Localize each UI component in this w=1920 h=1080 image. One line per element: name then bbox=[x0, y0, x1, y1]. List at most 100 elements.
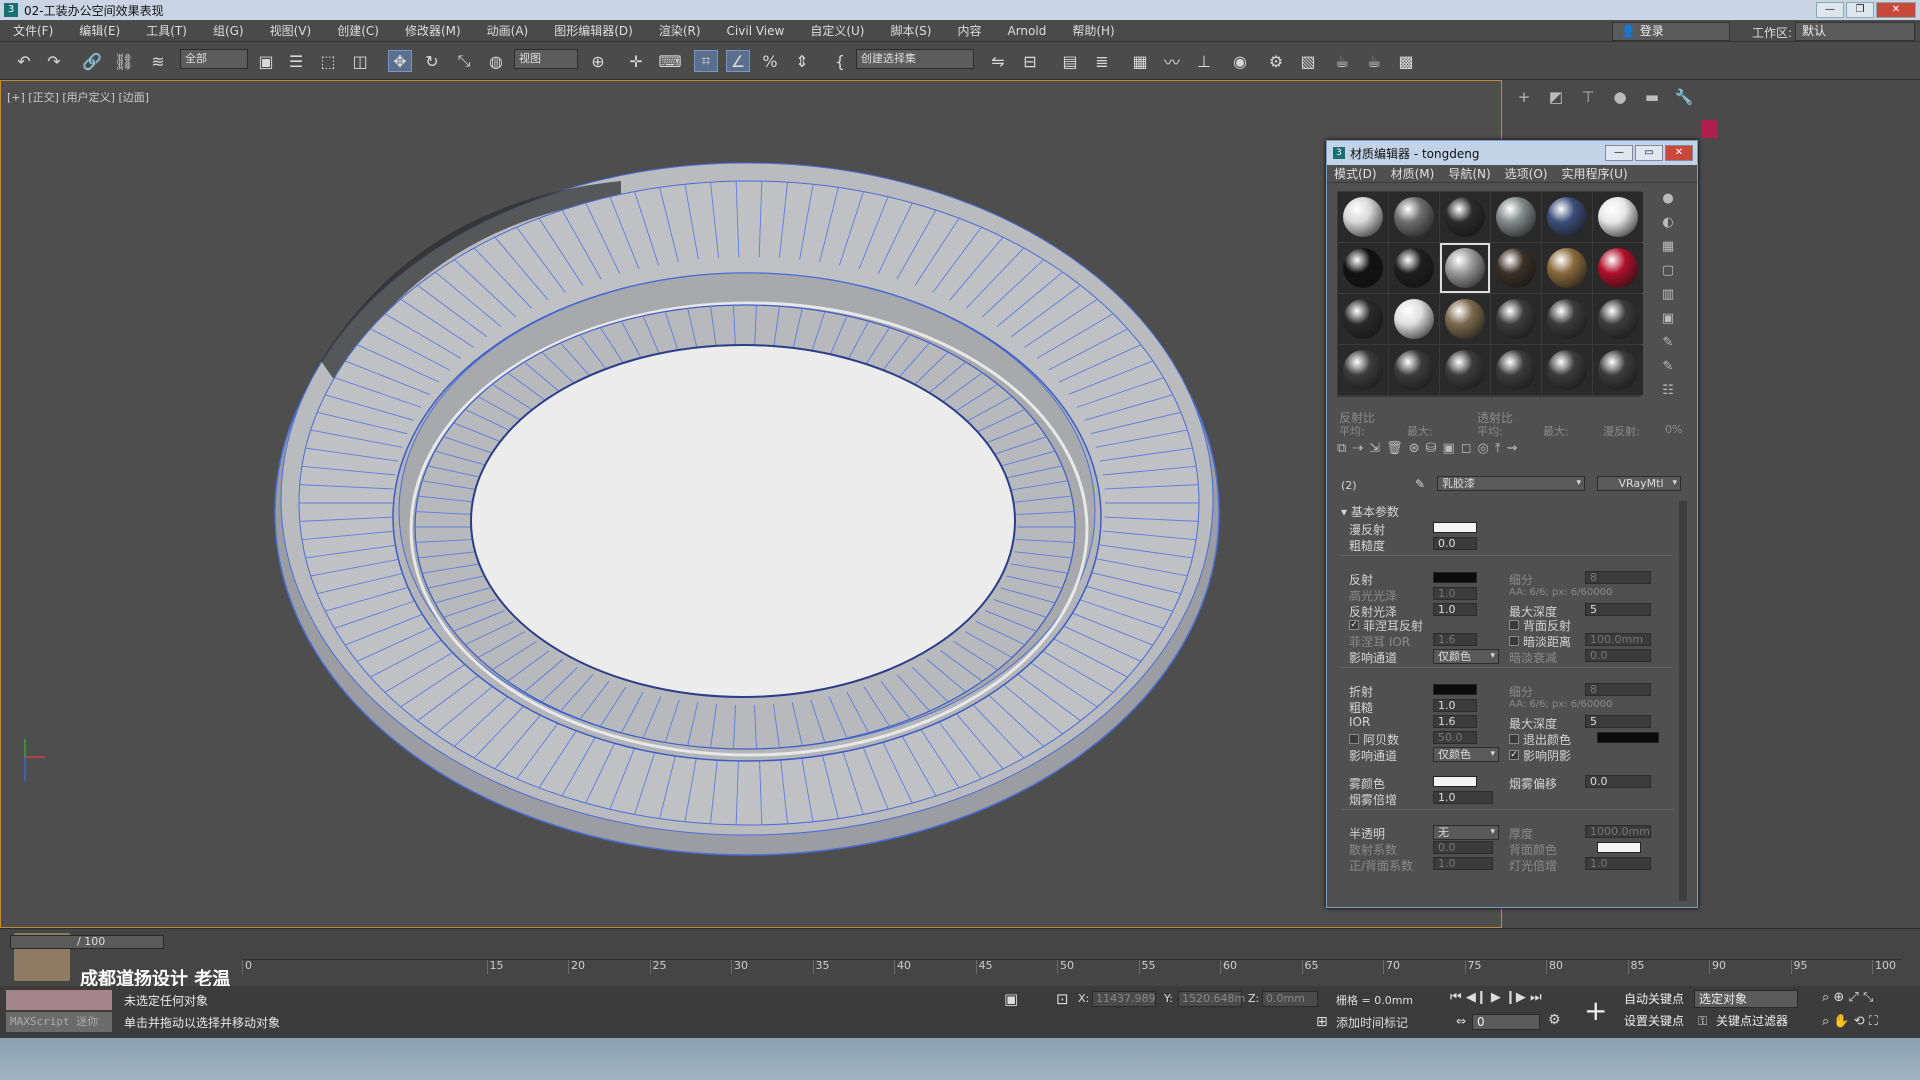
key-filters-button[interactable]: 关键点过滤器 bbox=[1716, 1012, 1788, 1030]
keyboard-shortcut-icon[interactable]: ⌨ bbox=[658, 50, 682, 72]
fog-mult-spinner[interactable]: 1.0 bbox=[1433, 791, 1493, 804]
menu-create[interactable]: 创建(C) bbox=[324, 22, 392, 39]
rect-selection-icon[interactable]: ⬚ bbox=[316, 50, 340, 72]
key-target-select[interactable]: 选定对象 bbox=[1694, 990, 1798, 1008]
me-menu-modes[interactable]: 模式(D) bbox=[1327, 165, 1384, 182]
render-iterative-icon[interactable]: ☕ bbox=[1362, 50, 1386, 72]
put-to-scene-icon[interactable]: ⇢ bbox=[1352, 441, 1363, 461]
pan-orbit-icon[interactable]: ⌕ ✋ ⟲ ⛶ bbox=[1822, 1014, 1878, 1029]
refract-color-swatch[interactable] bbox=[1433, 684, 1477, 695]
material-sample-slot[interactable] bbox=[1542, 243, 1592, 293]
ior-spinner[interactable]: 1.6 bbox=[1433, 715, 1477, 728]
scene-explorer-icon[interactable]: ▤ bbox=[1058, 50, 1082, 72]
time-config-icon[interactable]: ⚙ bbox=[1548, 1012, 1561, 1028]
material-sample-slot[interactable] bbox=[1491, 243, 1541, 293]
time-slider[interactable]: / 100 bbox=[10, 935, 164, 949]
schematic-view-icon[interactable]: ⊥ bbox=[1192, 50, 1216, 72]
get-material-icon[interactable]: ⧉ bbox=[1337, 441, 1346, 461]
reflect-subdiv-spinner[interactable]: 8 bbox=[1585, 571, 1651, 584]
close-button[interactable]: ✕ bbox=[1876, 2, 1916, 18]
material-sample-slot[interactable] bbox=[1389, 192, 1439, 242]
create-tab-icon[interactable]: + bbox=[1512, 88, 1536, 110]
fresnel-ior-spinner[interactable]: 1.6 bbox=[1433, 633, 1477, 646]
set-key-icon[interactable]: + bbox=[1584, 994, 1607, 1027]
rollout-basic-params[interactable]: ▾ 基本参数 bbox=[1341, 503, 1399, 520]
maxscript-listener-output[interactable] bbox=[6, 990, 112, 1010]
menu-content[interactable]: 内容 bbox=[944, 22, 994, 39]
me-menu-options[interactable]: 选项(O) bbox=[1498, 165, 1555, 182]
ribbon-icon[interactable]: ▦ bbox=[1128, 50, 1152, 72]
diffuse-color-swatch[interactable] bbox=[1433, 522, 1477, 533]
menu-civil-view[interactable]: Civil View bbox=[714, 24, 798, 38]
menu-rendering[interactable]: 渲染(R) bbox=[646, 22, 714, 39]
background-icon[interactable]: ▦ bbox=[1657, 239, 1679, 263]
zoom-icon[interactable]: ⌕ ⊕ ⤢ ⤡ bbox=[1822, 990, 1873, 1005]
spinner-snap-icon[interactable]: ⇕ bbox=[790, 50, 814, 72]
material-sample-slot[interactable] bbox=[1491, 345, 1541, 395]
modify-tab-icon[interactable]: ◩ bbox=[1544, 88, 1568, 110]
menu-edit[interactable]: 编辑(E) bbox=[66, 22, 133, 39]
menu-customize[interactable]: 自定义(U) bbox=[797, 22, 877, 39]
uv-tiling-icon[interactable]: ▢ bbox=[1657, 263, 1679, 287]
y-coord-field[interactable]: 1520.648m bbox=[1178, 991, 1245, 1007]
material-editor-icon[interactable]: ◉ bbox=[1228, 50, 1252, 72]
object-color-swatch[interactable] bbox=[1702, 120, 1718, 138]
pivot-center-icon[interactable]: ⊕ bbox=[586, 50, 610, 72]
material-sample-slot[interactable] bbox=[1338, 294, 1388, 344]
make-unique-icon[interactable]: ⊛ bbox=[1409, 441, 1420, 461]
select-object-icon[interactable]: ▣ bbox=[254, 50, 278, 72]
refract-max-depth-spinner[interactable]: 5 bbox=[1585, 715, 1651, 728]
material-sample-slot[interactable] bbox=[1338, 345, 1388, 395]
snaps-toggle-icon[interactable]: ⌗ bbox=[694, 50, 718, 72]
dim-distance-checkbox[interactable] bbox=[1509, 636, 1519, 646]
me-minimize-button[interactable]: — bbox=[1605, 145, 1633, 161]
key-mode-icon[interactable]: ⇔ bbox=[1456, 1014, 1466, 1028]
material-sample-slot[interactable] bbox=[1593, 345, 1643, 395]
thickness-spinner[interactable]: 1000.0mm bbox=[1585, 825, 1651, 838]
angle-snap-icon[interactable]: ∠ bbox=[726, 50, 750, 72]
affect-channels-select[interactable]: 仅颜色 bbox=[1433, 649, 1499, 664]
maxscript-mini-listener[interactable]: MAXScript 迷你 bbox=[6, 1012, 112, 1032]
menu-modifiers[interactable]: 修改器(M) bbox=[392, 22, 474, 39]
select-rotate-icon[interactable]: ↻ bbox=[420, 50, 444, 72]
absolute-mode-icon[interactable]: ⊡ bbox=[1056, 990, 1069, 1008]
menu-group[interactable]: 组(G) bbox=[200, 22, 257, 39]
window-crossing-icon[interactable]: ◫ bbox=[348, 50, 372, 72]
make-preview-icon[interactable]: ▣ bbox=[1657, 311, 1679, 335]
me-maximize-button[interactable]: ▭ bbox=[1635, 145, 1663, 161]
refract-subdiv-spinner[interactable]: 8 bbox=[1585, 683, 1651, 696]
material-sample-slot[interactable] bbox=[1593, 192, 1643, 242]
me-menu-utilities[interactable]: 实用程序(U) bbox=[1554, 165, 1634, 182]
motion-tab-icon[interactable]: ● bbox=[1608, 88, 1632, 110]
fresnel-checkbox[interactable]: ✓ bbox=[1349, 620, 1359, 630]
material-sample-slot[interactable] bbox=[1440, 192, 1490, 242]
material-sample-slot[interactable] bbox=[1389, 345, 1439, 395]
fog-color-swatch[interactable] bbox=[1433, 776, 1477, 787]
dim-falloff-spinner[interactable]: 0.0 bbox=[1585, 649, 1651, 662]
affect-shadow-checkbox[interactable]: ✓ bbox=[1509, 750, 1519, 760]
x-coord-field[interactable]: 11437.989 bbox=[1092, 991, 1156, 1007]
back-color-swatch[interactable] bbox=[1597, 842, 1641, 853]
playback-controls-icon[interactable]: ⏮ ◀❙ ▶ ❙▶ ⏭ bbox=[1450, 990, 1542, 1005]
add-time-tag[interactable]: 添加时间标记 bbox=[1336, 1014, 1408, 1031]
reflect-color-swatch[interactable] bbox=[1433, 572, 1477, 583]
redo-icon[interactable]: ↷ bbox=[42, 50, 66, 72]
render-production-icon[interactable]: ☕ bbox=[1330, 50, 1354, 72]
hierarchy-tab-icon[interactable]: ⊤ bbox=[1576, 88, 1600, 110]
current-frame-field[interactable]: 0 bbox=[1472, 1014, 1540, 1030]
material-sample-slot[interactable] bbox=[1440, 243, 1490, 293]
material-sample-slot[interactable] bbox=[1542, 192, 1592, 242]
params-scrollbar[interactable] bbox=[1679, 501, 1687, 901]
material-sample-slot[interactable] bbox=[1593, 243, 1643, 293]
menu-help[interactable]: 帮助(H) bbox=[1059, 22, 1127, 39]
selection-filter-select[interactable]: 全部 bbox=[180, 49, 248, 69]
material-navigator-icon[interactable]: ☷ bbox=[1657, 383, 1679, 407]
refl-gloss-spinner[interactable]: 1.0 bbox=[1433, 603, 1477, 616]
set-key-button[interactable]: 设置关键点 bbox=[1624, 1012, 1684, 1030]
backlight-icon[interactable]: ◐ bbox=[1657, 215, 1679, 239]
select-scale-icon[interactable]: ⤡ bbox=[452, 50, 476, 72]
mirror-icon[interactable]: ⇋ bbox=[986, 50, 1010, 72]
me-menu-material[interactable]: 材质(M) bbox=[1384, 165, 1442, 182]
menu-views[interactable]: 视图(V) bbox=[257, 22, 325, 39]
material-sample-slot[interactable] bbox=[1338, 192, 1388, 242]
